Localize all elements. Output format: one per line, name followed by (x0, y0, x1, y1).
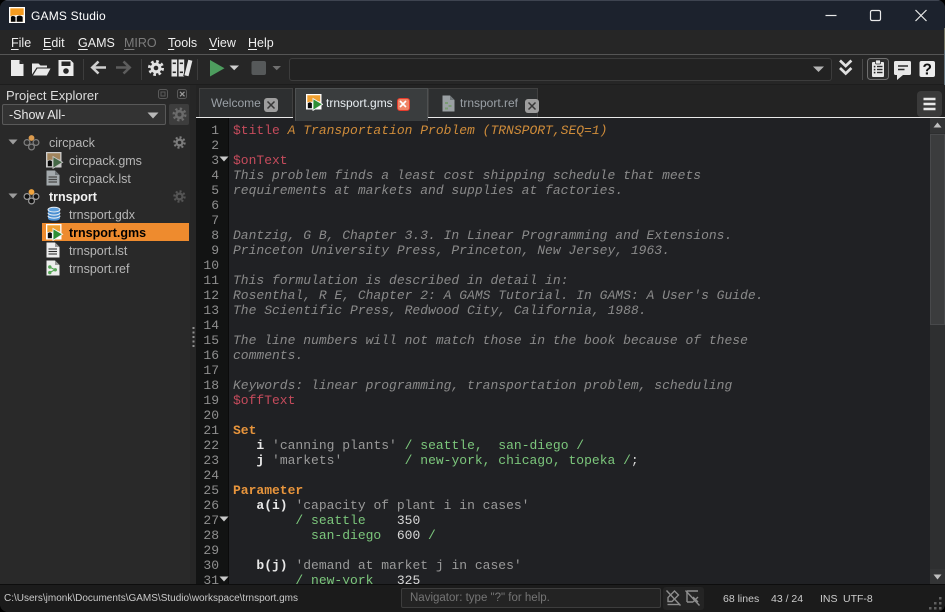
svg-text:?: ? (922, 62, 931, 79)
